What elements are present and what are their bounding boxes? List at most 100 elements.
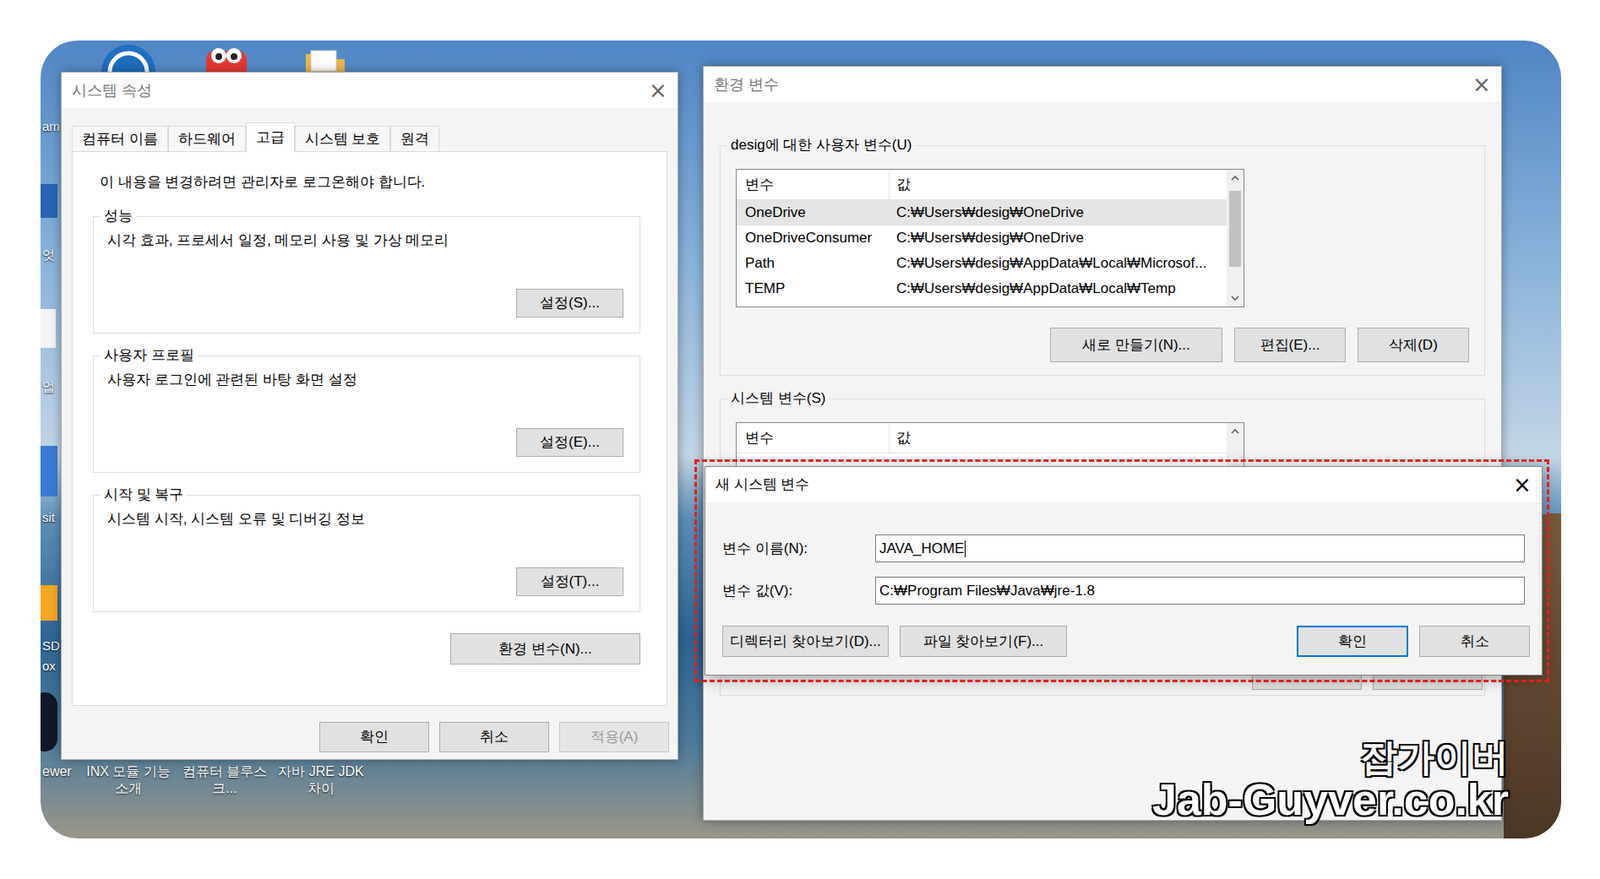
tab-label: 컴퓨터 이름 <box>81 128 158 151</box>
tab-bar: 컴퓨터 이름 하드웨어 고급 시스템 보호 원격 <box>61 123 678 152</box>
title-bar[interactable]: 새 시스템 변수 × <box>705 467 1542 503</box>
desktop-icon-label[interactable]: 업 <box>42 379 55 395</box>
chevron-up-icon[interactable] <box>1229 426 1241 437</box>
dialog-button[interactable]: 파일 찾아보기(F)... <box>899 625 1067 658</box>
tab-label: 하드웨어 <box>178 128 236 151</box>
tab-label: 시스템 보호 <box>304 128 381 151</box>
desktop-shortcut-icon[interactable] <box>40 309 56 349</box>
variable-name: OneDriveConsumer <box>736 225 890 251</box>
variable-value: C:₩Users₩desig₩OneDrive <box>889 200 1227 226</box>
settings-group: 성능시각 효과, 프로세서 일정, 메모리 사용 및 가상 메모리설정(S)..… <box>92 216 641 334</box>
settings-button[interactable]: 설정(S)... <box>516 288 624 318</box>
dialog-button[interactable]: 확인 <box>1296 625 1409 658</box>
desktop-icon-label[interactable]: 자바 JRE JDK 차이 <box>273 763 369 798</box>
dialog-button[interactable]: 취소 <box>439 722 550 753</box>
text-caret <box>964 540 966 558</box>
tab-label: 원격 <box>400 128 430 151</box>
environment-row: 환경 변수(N)... <box>92 633 641 665</box>
list-row[interactable]: OneDriveC:₩Users₩desig₩OneDrive <box>736 200 1227 226</box>
dialog-button[interactable]: 디렉터리 찾아보기(D)... <box>722 625 889 658</box>
group-title: 시작 및 복구 <box>100 485 187 505</box>
desktop-icon-label[interactable]: sit <box>42 510 55 526</box>
column-header[interactable]: 값 <box>889 423 1227 453</box>
user-variables-group: desig에 대한 사용자 변수(U)변수값OneDriveC:₩Users₩d… <box>719 145 1486 376</box>
column-header[interactable]: 변수 <box>736 423 890 453</box>
screenshot-frame: am 엇업 sit SD ox ewerINX 모듈 기능 소개컴퓨터 블루스크...자… <box>0 0 1600 839</box>
list-button[interactable]: 삭제(D) <box>1357 327 1470 363</box>
tab[interactable]: 하드웨어 <box>168 125 246 152</box>
browse-buttons: 디렉터리 찾아보기(D)... 파일 찾아보기(F)... <box>717 625 1067 658</box>
desktop: am 엇업 sit SD ox ewerINX 모듈 기능 소개컴퓨터 블루스크...자… <box>40 40 1562 839</box>
dialog-button: 적용(A) <box>559 722 670 753</box>
column-header[interactable]: 변수 <box>736 169 890 200</box>
desktop-icon-label[interactable]: ox <box>42 658 56 675</box>
group-title: 사용자 프로필 <box>100 346 198 365</box>
field-row: 변수 이름(N):JAVA_HOME <box>722 534 1525 563</box>
tab-panel: 이 내용을 변경하려면 관리자로 로그온해야 합니다. 성능시각 효과, 프로세서… <box>71 151 668 707</box>
desktop-icon-label[interactable]: INX 모듈 기능 소개 <box>81 763 176 798</box>
close-button[interactable]: × <box>1462 73 1502 96</box>
close-button[interactable]: × <box>638 79 678 102</box>
dialog-button[interactable]: 확인 <box>319 722 430 753</box>
list-body: 변수값OneDriveC:₩Users₩desig₩OneDriveOneDri… <box>736 169 1227 307</box>
group-actions: 설정(S)... <box>93 288 640 333</box>
field-label: 변수 이름(N): <box>722 538 876 561</box>
tab[interactable]: 고급 <box>245 122 295 153</box>
environment-variables-window: 환경 변수 × desig에 대한 사용자 변수(U)변수값OneDriveC:… <box>702 65 1503 822</box>
watermark: 잡가이버 Jab-Guyver.co.kr <box>1152 738 1509 823</box>
settings-button[interactable]: 설정(E)... <box>516 428 624 458</box>
list-actions: 새로 만들기(N)... 편집(E)... 삭제(D) <box>720 327 1485 363</box>
dialog-buttons: 확인 취소 적용(A) <box>61 722 678 753</box>
scrollbar[interactable] <box>1226 169 1244 307</box>
close-button[interactable]: × <box>1502 473 1542 496</box>
variable-name: TEMP <box>736 276 890 302</box>
field-label: 변수 값(V): <box>722 580 876 603</box>
notice-text: 이 내용을 변경하려면 관리자로 로그온해야 합니다. <box>92 172 647 193</box>
settings-button[interactable]: 설정(T)... <box>516 567 624 597</box>
list-row[interactable]: PathC:₩Users₩desig₩AppData₩Local₩Microso… <box>736 250 1227 277</box>
title-bar[interactable]: 시스템 속성 × <box>61 72 678 109</box>
tab[interactable]: 컴퓨터 이름 <box>71 125 169 152</box>
title-bar[interactable]: 환경 변수 × <box>703 66 1502 103</box>
group-actions: 설정(T)... <box>93 567 640 612</box>
environment-variables-button[interactable]: 환경 변수(N)... <box>450 633 641 665</box>
desktop-icon-label[interactable]: am <box>42 119 60 135</box>
list-row[interactable]: TEMPC:₩Users₩desig₩AppData₩Local₩Temp <box>736 276 1227 302</box>
text-field[interactable]: JAVA_HOME <box>875 534 1525 563</box>
text-field[interactable]: C:₩Program Files₩Java₩jre-1.8 <box>875 576 1525 605</box>
dialog-button[interactable]: 취소 <box>1419 625 1530 658</box>
system-properties-window: 시스템 속성 × 컴퓨터 이름 하드웨어 고급 시스템 보호 원격 이 내용을 변경하려… <box>60 71 679 761</box>
list-row[interactable]: OneDriveConsumerC:₩Users₩desig₩OneDrive <box>736 225 1227 251</box>
scrollbar-thumb[interactable] <box>1229 190 1241 267</box>
chevron-down-icon[interactable] <box>1229 293 1241 304</box>
list-header: 변수값 <box>736 169 1227 201</box>
settings-group: 시작 및 복구시스템 시작, 시스템 오류 및 디버깅 정보설정(T)... <box>92 495 641 613</box>
desktop-icon-label[interactable]: ewer <box>42 763 77 781</box>
desktop-icon-labels: ewerINX 모듈 기능 소개컴퓨터 블루스크...자바 JRE JDK 차이 <box>42 763 369 798</box>
desktop-shortcut-icon[interactable] <box>40 446 58 497</box>
group-description: 시각 효과, 프로세서 일정, 메모리 사용 및 가상 메모리 <box>93 217 640 251</box>
confirm-buttons: 확인 취소 <box>1296 625 1530 658</box>
tab[interactable]: 원격 <box>390 125 440 152</box>
group-actions: 설정(E)... <box>93 428 640 473</box>
field-row: 변수 값(V):C:₩Program Files₩Java₩jre-1.8 <box>722 576 1525 605</box>
dialog-buttons: 디렉터리 찾아보기(D)... 파일 찾아보기(F)... 확인 취소 <box>705 625 1542 658</box>
variable-value: C:₩Users₩desig₩AppData₩Local₩Temp <box>889 276 1227 302</box>
desktop-shortcut-icon[interactable] <box>40 184 58 218</box>
settings-group: 사용자 프로필사용자 로그인에 관련된 바탕 화면 설정설정(E)... <box>92 355 641 474</box>
desktop-shortcut-icon[interactable] <box>40 585 58 621</box>
new-system-variable-dialog: 새 시스템 변수 × 변수 이름(N):JAVA_HOME변수 값(V):C:₩… <box>704 466 1543 676</box>
tab[interactable]: 시스템 보호 <box>294 125 392 152</box>
list-button[interactable]: 편집(E)... <box>1234 327 1346 363</box>
group-title: 성능 <box>100 206 137 226</box>
column-header[interactable]: 값 <box>889 169 1227 200</box>
chevron-up-icon[interactable] <box>1229 173 1241 184</box>
desktop-shortcut-icon[interactable] <box>40 692 58 752</box>
watermark-url: Jab-Guyver.co.kr <box>1152 777 1509 823</box>
desktop-icon-label[interactable]: 엇 <box>42 247 55 263</box>
list-button[interactable]: 새로 만들기(N)... <box>1050 327 1223 363</box>
desktop-icon-label[interactable]: 컴퓨터 블루스크... <box>180 763 269 798</box>
field-value: JAVA_HOME <box>879 538 964 561</box>
tab-label: 고급 <box>255 126 285 149</box>
desktop-icon-label[interactable]: SD <box>42 638 60 654</box>
